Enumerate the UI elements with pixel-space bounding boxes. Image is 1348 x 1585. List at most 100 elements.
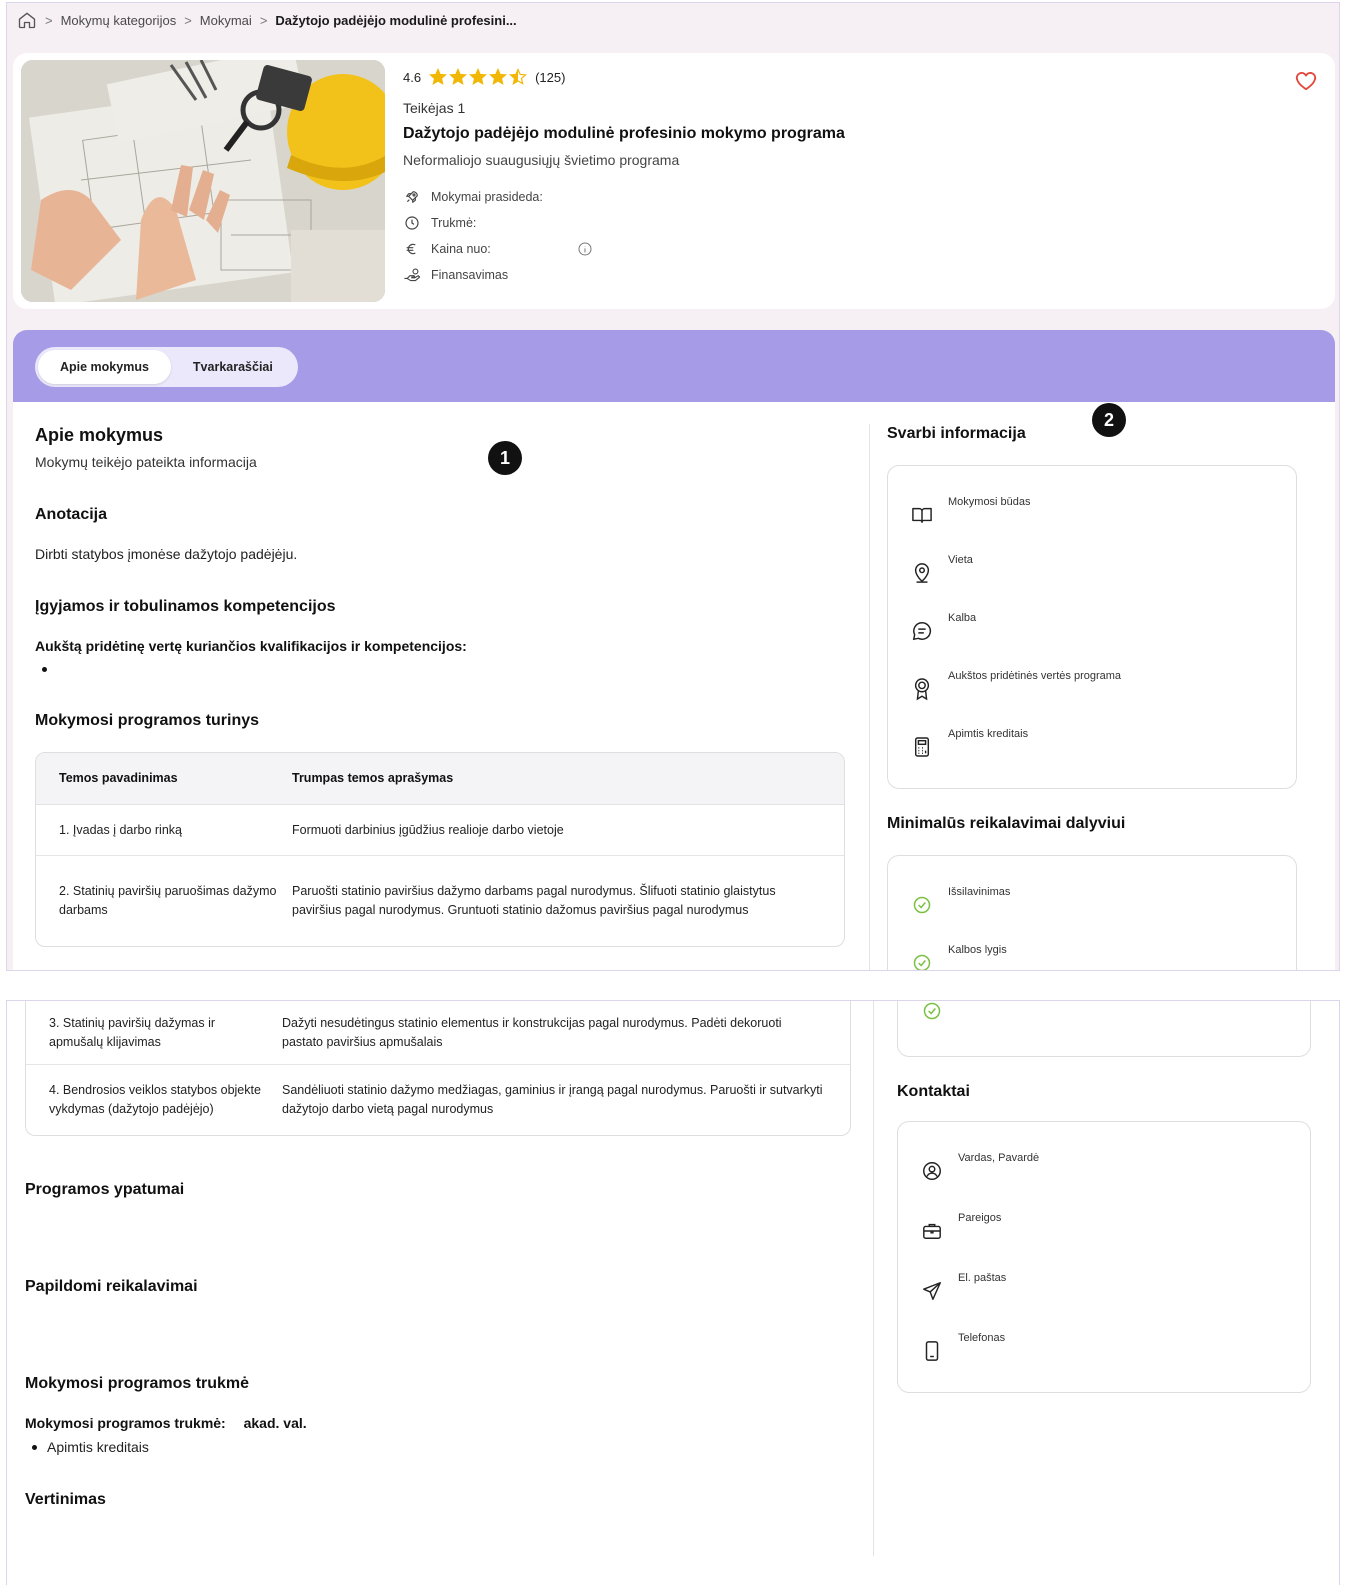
send-icon	[921, 1280, 943, 1302]
rocket-icon	[403, 188, 421, 206]
meta-label: Kaina nuo:	[431, 242, 491, 256]
course-image	[21, 60, 385, 302]
info-label: Kalba	[948, 612, 977, 624]
provider-name[interactable]: Teikėjas 1	[403, 100, 1283, 116]
requirement-education: Išsilavinimas	[888, 868, 1296, 926]
clock-icon	[403, 214, 421, 232]
meta-label: Mokymai prasideda:	[431, 190, 543, 204]
contact-label: El. paštas	[958, 1272, 1007, 1284]
important-info-heading: Svarbi informacija	[887, 425, 1026, 442]
tab-group: Apie mokymus Tvarkaraščiai	[35, 347, 298, 387]
requirements-card: Išsilavinimas Kalbos lygis	[887, 855, 1297, 970]
screenshot-panel-bottom: 3. Statinių paviršių dažymas ir apmušalų…	[6, 1000, 1340, 1585]
annotation-text: Dirbti statybos įmonėse dažytojo padėjėj…	[35, 546, 298, 562]
program-content-table: Temos pavadinimas Trumpas temos aprašyma…	[35, 752, 845, 947]
about-heading: Apie mokymus	[35, 425, 164, 445]
contact-position: Pareigos	[898, 1194, 1310, 1254]
info-icon[interactable]	[577, 241, 593, 257]
requirements-heading: Minimalūs reikalavimai dalyviui	[887, 815, 1126, 832]
annotation-marker-2: 2	[1092, 403, 1126, 437]
course-header-card: 4.6 (125) Teikėjas 1 Dažytojo padėjėjo m…	[13, 53, 1335, 309]
table-cell-description: Sandėliuoti statinio dažymo medžiagas, g…	[282, 1083, 823, 1116]
reviews-count-link[interactable]: (125)	[535, 70, 565, 85]
course-summary: 4.6 (125) Teikėjas 1 Dažytojo padėjėjo m…	[403, 65, 1283, 284]
home-icon[interactable]	[17, 10, 37, 30]
breadcrumb-separator-icon: >	[45, 12, 53, 28]
table-cell-description: Formuoti darbinius įgūdžius realioje dar…	[292, 822, 564, 837]
contact-label: Pareigos	[958, 1212, 1002, 1224]
about-note: Mokymų teikėjo pateikta informacija	[35, 454, 257, 470]
course-details-panel: Apie mokymus Tvarkaraščiai Apie mokymus …	[13, 330, 1335, 970]
requirement-language-level: Kalbos lygis	[888, 926, 1296, 970]
info-item-learning-mode: Mokymosi būdas	[888, 478, 1296, 536]
tab-bar: Apie mokymus Tvarkaraščiai	[13, 330, 1335, 402]
about-section: Apie mokymus Mokymų teikėjo pateikta inf…	[35, 425, 845, 947]
meta-duration: Trukmė:	[403, 214, 1283, 232]
requirement-label: Kalbos lygis	[948, 944, 1007, 956]
extra-requirements-heading: Papildomi reikalavimai	[25, 1278, 198, 1295]
check-circle-icon	[911, 952, 933, 970]
table-header-description: Trumpas temos aprašymas	[292, 771, 454, 785]
info-item-location: Vieta	[888, 536, 1296, 594]
phone-icon	[921, 1340, 943, 1362]
competences-subheading: Aukštą pridėtinę vertę kuriančios kvalif…	[35, 638, 467, 654]
duration-line: Mokymosi programos trukmė: akad. val.	[25, 1415, 845, 1431]
contact-label: Telefonas	[958, 1332, 1006, 1344]
requirement-label: Išsilavinimas	[948, 886, 1011, 898]
evaluation-heading: Vertinimas	[25, 1491, 106, 1508]
rating-stars	[429, 68, 528, 86]
breadcrumb-current: Dažytojo padėjėjo modulinė profesini...	[275, 12, 517, 28]
requirements-card-continued	[897, 1001, 1311, 1057]
star-icon	[509, 68, 528, 85]
calculator-icon	[911, 736, 933, 758]
column-divider	[869, 424, 870, 970]
contact-name: Vardas, Pavardė	[898, 1134, 1310, 1194]
table-cell-topic: 2. Statinių paviršių paruošimas dažymo d…	[59, 884, 277, 917]
important-info-card: Mokymosi būdas Vieta Kalba Aukštos pridė…	[887, 465, 1297, 789]
annotation-marker-1: 1	[488, 441, 522, 475]
info-label: Mokymosi būdas	[948, 496, 1031, 508]
map-pin-icon	[911, 562, 933, 584]
table-cell-description: Dažyti nesudėtingus statinio elementus i…	[282, 1015, 782, 1049]
briefcase-icon	[921, 1220, 943, 1242]
breadcrumb-link-courses[interactable]: Mokymai	[200, 13, 252, 28]
info-label: Vieta	[948, 554, 973, 566]
table-cell-topic: 3. Statinių paviršių dažymas ir apmušalų…	[49, 1015, 216, 1049]
table-header-topic: Temos pavadinimas	[59, 771, 178, 785]
course-meta-list: Mokymai prasideda: Trukmė: Kaina nuo: Fi…	[403, 188, 1283, 284]
program-content-table-continued: 3. Statinių paviršių dažymas ir apmušalų…	[25, 1001, 851, 1136]
breadcrumb-link-categories[interactable]: Mokymų kategorijos	[61, 13, 177, 28]
meta-label: Trukmė:	[431, 216, 477, 230]
course-title: Dažytojo padėjėjo modulinė profesinio mo…	[403, 125, 845, 142]
euro-icon	[403, 240, 421, 258]
star-icon	[489, 68, 508, 85]
table-row: 3. Statinių paviršių dažymas ir apmušalų…	[26, 1001, 850, 1065]
star-icon	[469, 68, 488, 85]
duration-heading: Mokymosi programos trukmė	[25, 1375, 250, 1392]
breadcrumb: > Mokymų kategorijos > Mokymai > Dažytoj…	[17, 9, 517, 31]
contacts-heading: Kontaktai	[897, 1083, 970, 1100]
tab-about[interactable]: Apie mokymus	[38, 350, 171, 384]
book-open-icon	[911, 504, 933, 526]
contact-phone: Telefonas	[898, 1314, 1310, 1374]
table-row: 1. Įvadas į darbo rinką Formuoti darbini…	[36, 805, 844, 856]
duration-bullet-text: Apimtis kreditais	[47, 1439, 149, 1455]
duration-label: Mokymosi programos trukmė:	[25, 1415, 226, 1431]
competences-bullet	[35, 662, 845, 676]
favorite-heart-icon[interactable]	[1295, 71, 1317, 91]
program-details-section: Programos ypatumai Papildomi reikalavima…	[25, 1181, 845, 1509]
course-subtitle: Neformaliojo suaugusiųjų švietimo progra…	[403, 152, 680, 168]
table-cell-description: Paruošti statinio paviršius dažymo darba…	[292, 884, 776, 917]
info-item-high-value: Aukštos pridėtinės vertės programa	[888, 652, 1296, 710]
competences-heading: Įgyjamos ir tobulinamos kompetencijos	[35, 598, 336, 615]
chat-bubble-icon	[911, 620, 933, 642]
contacts-sidebar: Kontaktai Vardas, Pavardė Pareigos El. p…	[897, 1001, 1311, 1393]
breadcrumb-separator-icon: >	[184, 12, 192, 28]
meta-price: Kaina nuo:	[403, 240, 1283, 258]
check-circle-icon	[922, 1001, 942, 1021]
breadcrumb-separator-icon: >	[259, 12, 268, 28]
table-header-row: Temos pavadinimas Trumpas temos aprašyma…	[36, 753, 844, 805]
tab-schedules[interactable]: Tvarkaraščiai	[171, 350, 295, 384]
info-item-language: Kalba	[888, 594, 1296, 652]
table-cell-topic: 4. Bendrosios veiklos statybos objekte v…	[49, 1083, 261, 1116]
